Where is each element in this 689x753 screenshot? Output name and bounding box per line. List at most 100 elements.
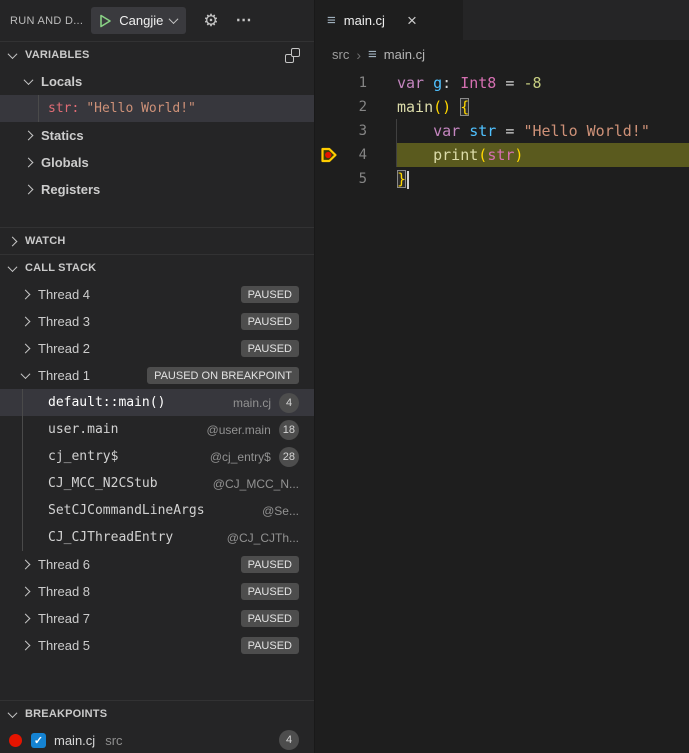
frame-source: @user.main (207, 423, 271, 437)
gear-icon[interactable]: ⚙ (203, 12, 218, 29)
callstack-frame-row[interactable]: CJ_CJThreadEntry @CJ_CJTh... (0, 524, 314, 551)
variable-name: str: (48, 101, 79, 116)
code-token: = (496, 74, 523, 92)
gutter-glyph[interactable] (315, 71, 343, 95)
chevron-down-icon[interactable] (21, 369, 31, 379)
code-token: str (469, 122, 496, 140)
indent-guide (367, 119, 397, 143)
chevron-down-icon[interactable] (8, 49, 18, 59)
chevron-right-icon[interactable] (24, 158, 34, 168)
collapse-all-icon[interactable] (285, 48, 300, 63)
code-token (451, 98, 460, 116)
code-token: () (433, 98, 451, 116)
callstack-thread-row[interactable]: Thread 7PAUSED (0, 605, 314, 632)
chevron-right-icon[interactable] (21, 344, 31, 354)
frame-source: @CJ_CJTh... (227, 531, 299, 545)
code-token: g (433, 74, 442, 92)
chevron-down-icon[interactable] (8, 708, 18, 718)
variables-section-header[interactable]: VARIABLES (0, 41, 314, 68)
variables-globals-row[interactable]: Globals (0, 149, 314, 176)
callstack-thread-row[interactable]: Thread 3PAUSED (0, 308, 314, 335)
breadcrumb-folder[interactable]: src (332, 47, 349, 62)
thread-label: Thread 6 (38, 557, 90, 572)
gutter-glyph[interactable] (315, 95, 343, 119)
paused-badge: PAUSED (241, 313, 299, 330)
callstack-frame-row[interactable]: cj_entry$@cj_entry$28 (0, 443, 314, 470)
indent-guide (367, 71, 397, 95)
callstack-frame-row[interactable]: SetCJCommandLineArgs@Se... (0, 497, 314, 524)
chevron-right-icon[interactable] (21, 317, 31, 327)
watch-section-header[interactable]: WATCH (0, 227, 314, 254)
code-token (397, 146, 433, 164)
chevron-down-icon (169, 14, 179, 24)
code-token: main (397, 98, 433, 116)
callstack-thread-row[interactable]: Thread 5PAUSED (0, 632, 314, 659)
close-icon[interactable]: × (407, 12, 417, 29)
callstack-thread-row[interactable]: Thread 2PAUSED (0, 335, 314, 362)
frame-source: main.cj (233, 396, 271, 410)
current-line-breakpoint-icon[interactable] (315, 143, 343, 167)
indent-guide (367, 167, 397, 191)
line-number: 4 (343, 143, 367, 167)
breakpoint-item-row[interactable]: ✓ main.cj src 4 (0, 727, 314, 753)
chevron-right-icon[interactable] (21, 587, 31, 597)
callstack-frame-row[interactable]: CJ_MCC_N2CStub @CJ_MCC_N... (0, 470, 314, 497)
more-icon[interactable]: ⋯ (236, 13, 253, 29)
chevron-right-icon[interactable] (21, 560, 31, 570)
code-line[interactable]: 5} (315, 167, 689, 191)
frame-name: cj_entry$ (48, 449, 118, 464)
variables-statics-row[interactable]: Statics (0, 122, 314, 149)
debug-config-dropdown[interactable]: Cangjie (91, 7, 186, 34)
vscode-debug-window: RUN AND D... Cangjie ⚙ ⋯ VARIABLES Local… (0, 0, 689, 753)
code-line[interactable]: 1var g: Int8 = -8 (315, 71, 689, 95)
chevron-right-icon[interactable] (21, 614, 31, 624)
indent-guide (367, 95, 397, 119)
chevron-right-icon[interactable] (24, 185, 34, 195)
code-token: } (397, 170, 406, 188)
callstack-frame-row[interactable]: default::main()main.cj4 (0, 389, 314, 416)
callstack-thread-row[interactable]: Thread 1PAUSED ON BREAKPOINT (0, 362, 314, 389)
code-line[interactable]: 3 var str = "Hello World!" (315, 119, 689, 143)
callstack-thread-row[interactable]: Thread 4PAUSED (0, 281, 314, 308)
thread-label: Thread 1 (38, 368, 90, 383)
paused-badge: PAUSED (241, 583, 299, 600)
variable-row-str[interactable]: str: "Hello World!" (0, 95, 314, 122)
chevron-right-icon[interactable] (21, 290, 31, 300)
play-icon[interactable] (99, 14, 112, 28)
chevron-right-icon[interactable] (8, 236, 18, 246)
chevron-down-icon[interactable] (8, 262, 18, 272)
breakpoints-section-header[interactable]: BREAKPOINTS (0, 700, 314, 727)
callstack-section-header[interactable]: CALL STACK (0, 254, 314, 281)
frame-name: user.main (48, 422, 118, 437)
variables-registers-row[interactable]: Registers (0, 176, 314, 203)
callstack-thread-row[interactable]: Thread 6PAUSED (0, 551, 314, 578)
breakpoint-line-badge: 4 (279, 730, 299, 750)
panel-title: RUN AND D... (10, 15, 83, 27)
code-editor[interactable]: 1var g: Int8 = -82main() {3 var str = "H… (315, 69, 689, 753)
tab-main-cj[interactable]: ≡ main.cj × (315, 0, 463, 40)
frame-name: CJ_CJThreadEntry (48, 530, 173, 545)
chevron-right-icon[interactable] (24, 131, 34, 141)
callstack-thread-row[interactable]: Thread 8 PAUSED (0, 578, 314, 605)
gutter-glyph[interactable] (315, 119, 343, 143)
thread-label: Thread 8 (38, 584, 90, 599)
frame-source: @CJ_MCC_N... (213, 477, 299, 491)
spacer (0, 203, 314, 227)
frame-name: CJ_MCC_N2CStub (48, 476, 158, 491)
gutter-glyph[interactable] (315, 167, 343, 191)
breakpoint-icon (9, 734, 22, 747)
code-line[interactable]: 2main() { (315, 95, 689, 119)
chevron-down-icon[interactable] (24, 75, 34, 85)
variables-locals-row[interactable]: Locals (0, 68, 314, 95)
breakpoint-checkbox[interactable]: ✓ (31, 733, 46, 748)
frame-name: SetCJCommandLineArgs (48, 503, 205, 518)
breadcrumb-file[interactable]: main.cj (384, 47, 425, 62)
code-line[interactable]: 4 print(str) (315, 143, 689, 167)
paused-badge: PAUSED (241, 286, 299, 303)
callstack-frame-row[interactable]: user.main@user.main18 (0, 416, 314, 443)
code-text: print(str) (397, 143, 689, 167)
code-token: print (433, 146, 478, 164)
chevron-right-icon[interactable] (21, 641, 31, 651)
file-icon: ≡ (368, 47, 377, 62)
debug-config-label: Cangjie (119, 13, 163, 28)
